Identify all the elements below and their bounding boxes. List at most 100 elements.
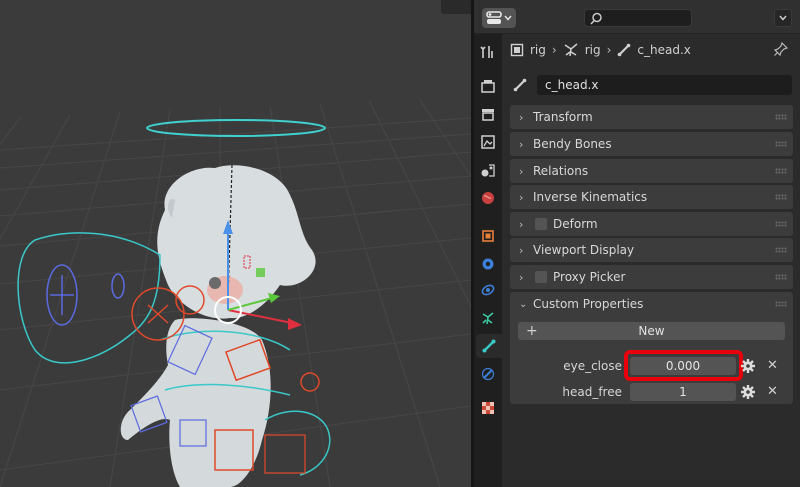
- chevron-down-icon: [779, 15, 787, 21]
- output-icon: [482, 109, 494, 121]
- texture-icon: [482, 402, 494, 414]
- object-icon: [482, 230, 494, 242]
- physics-icon: [482, 312, 494, 325]
- highlight-box: [624, 350, 743, 381]
- panel-proxy-picker[interactable]: › Proxy Picker: [510, 265, 793, 289]
- pin-icon: [773, 41, 789, 57]
- drag-handle-icon[interactable]: [775, 221, 787, 227]
- panel-inverse-kinematics[interactable]: › Inverse Kinematics: [510, 185, 793, 209]
- bone-icon: [513, 78, 527, 92]
- options-dropdown[interactable]: [774, 9, 792, 27]
- property-name: eye_close: [563, 359, 622, 373]
- chevron-down-icon: [504, 15, 512, 21]
- chevron-right-icon: ›: [519, 110, 524, 124]
- deform-checkbox[interactable]: [535, 218, 547, 230]
- proxy-picker-checkbox[interactable]: [535, 271, 547, 283]
- tool-icon: [480, 46, 493, 58]
- chevron-right-icon: ›: [519, 217, 524, 231]
- scene-icon: [481, 164, 495, 177]
- panel-deform[interactable]: › Deform: [510, 212, 793, 236]
- chevron-right-icon: ›: [519, 164, 524, 178]
- modifier-icon: [482, 258, 494, 270]
- drag-handle-icon[interactable]: [775, 168, 787, 174]
- breadcrumb-bone: c_head.x: [637, 43, 691, 57]
- properties-tab-bar: [474, 34, 502, 487]
- object-icon: [510, 43, 524, 57]
- panel-label: Transform: [533, 110, 593, 124]
- search-input[interactable]: [584, 9, 692, 27]
- remove-property-button[interactable]: ✕: [767, 358, 778, 373]
- tab-view-layer[interactable]: [476, 130, 500, 154]
- chevron-right-icon: ›: [519, 137, 524, 151]
- tab-bone[interactable]: [476, 334, 502, 358]
- panel-label: Deform: [553, 217, 598, 231]
- bone-icon: [482, 339, 496, 353]
- gear-icon[interactable]: [740, 384, 756, 400]
- editor-type-button[interactable]: [482, 8, 516, 28]
- tab-physics[interactable]: [476, 306, 500, 330]
- panel-relations[interactable]: › Relations: [510, 159, 793, 183]
- render-icon: [481, 80, 495, 93]
- panel-label: Proxy Picker: [553, 270, 626, 284]
- tab-texture[interactable]: [476, 396, 500, 420]
- drag-handle-icon[interactable]: [775, 194, 787, 200]
- tab-bone-constraints[interactable]: [476, 362, 500, 386]
- tab-world[interactable]: [476, 186, 500, 210]
- panel-label: Inverse Kinematics: [533, 190, 648, 204]
- drag-handle-icon[interactable]: [775, 114, 787, 120]
- new-property-button[interactable]: + New: [518, 322, 785, 340]
- panel-label: Viewport Display: [533, 243, 635, 257]
- properties-editor: rig › rig › c_head.x c_head.x › Transfor…: [474, 0, 800, 487]
- tab-particles[interactable]: [476, 278, 500, 302]
- tab-object[interactable]: [476, 224, 500, 248]
- breadcrumb-object: rig: [530, 43, 546, 57]
- drag-handle-icon[interactable]: [775, 274, 787, 280]
- breadcrumb-armature: rig: [584, 43, 601, 57]
- search-icon: [590, 12, 602, 25]
- view-layer-icon: [481, 135, 495, 149]
- head-free-value-field[interactable]: 1: [630, 383, 736, 401]
- tab-output[interactable]: [476, 102, 500, 126]
- property-name: head_free: [562, 385, 622, 399]
- breadcrumb: rig › rig › c_head.x: [510, 40, 691, 60]
- properties-content: rig › rig › c_head.x c_head.x › Transfor…: [502, 34, 800, 487]
- panel-bendy-bones[interactable]: › Bendy Bones: [510, 132, 793, 156]
- 3d-viewport[interactable]: [0, 0, 471, 487]
- chevron-right-icon: ›: [519, 190, 524, 204]
- gear-icon[interactable]: [740, 358, 756, 374]
- bone-icon: [618, 43, 631, 57]
- drag-handle-icon[interactable]: [775, 247, 787, 253]
- tab-scene[interactable]: [476, 158, 500, 182]
- panel-custom-properties: ⌄ Custom Properties + New eye_close 0.00…: [510, 292, 793, 404]
- panel-label: Bendy Bones: [533, 137, 612, 151]
- viewport-scene: [0, 99, 471, 487]
- tab-render[interactable]: [476, 74, 500, 98]
- breadcrumb-separator: ›: [551, 43, 557, 57]
- properties-editor-icon: [486, 11, 502, 24]
- panel-label: Custom Properties: [533, 297, 644, 311]
- panel-label: Relations: [533, 164, 589, 178]
- bone-name-field[interactable]: c_head.x: [537, 75, 792, 95]
- plus-icon: +: [526, 323, 538, 339]
- pin-button[interactable]: [773, 41, 789, 59]
- properties-header: [474, 0, 800, 34]
- chevron-right-icon: ›: [519, 243, 524, 257]
- property-row-eye-close: eye_close 0.000 ✕: [510, 350, 793, 381]
- bone-constraint-icon: [481, 367, 495, 381]
- panel-viewport-display[interactable]: › Viewport Display: [510, 238, 793, 262]
- drag-handle-icon[interactable]: [775, 301, 787, 307]
- breadcrumb-separator: ›: [606, 43, 612, 57]
- custom-properties-header[interactable]: ⌄ Custom Properties: [510, 292, 793, 316]
- chevron-down-icon: ⌄: [519, 298, 528, 310]
- drag-handle-icon[interactable]: [775, 141, 787, 147]
- tab-tool[interactable]: [476, 40, 500, 64]
- remove-property-button[interactable]: ✕: [767, 384, 778, 399]
- viewport-menu-button[interactable]: [441, 0, 471, 14]
- new-button-label: New: [638, 324, 665, 338]
- armature-icon: [564, 43, 578, 57]
- chevron-right-icon: ›: [519, 270, 524, 284]
- panel-transform[interactable]: › Transform: [510, 105, 793, 129]
- property-row-head-free: head_free 1 ✕: [510, 382, 793, 402]
- tab-modifiers[interactable]: [476, 252, 500, 276]
- particles-icon: [481, 284, 495, 296]
